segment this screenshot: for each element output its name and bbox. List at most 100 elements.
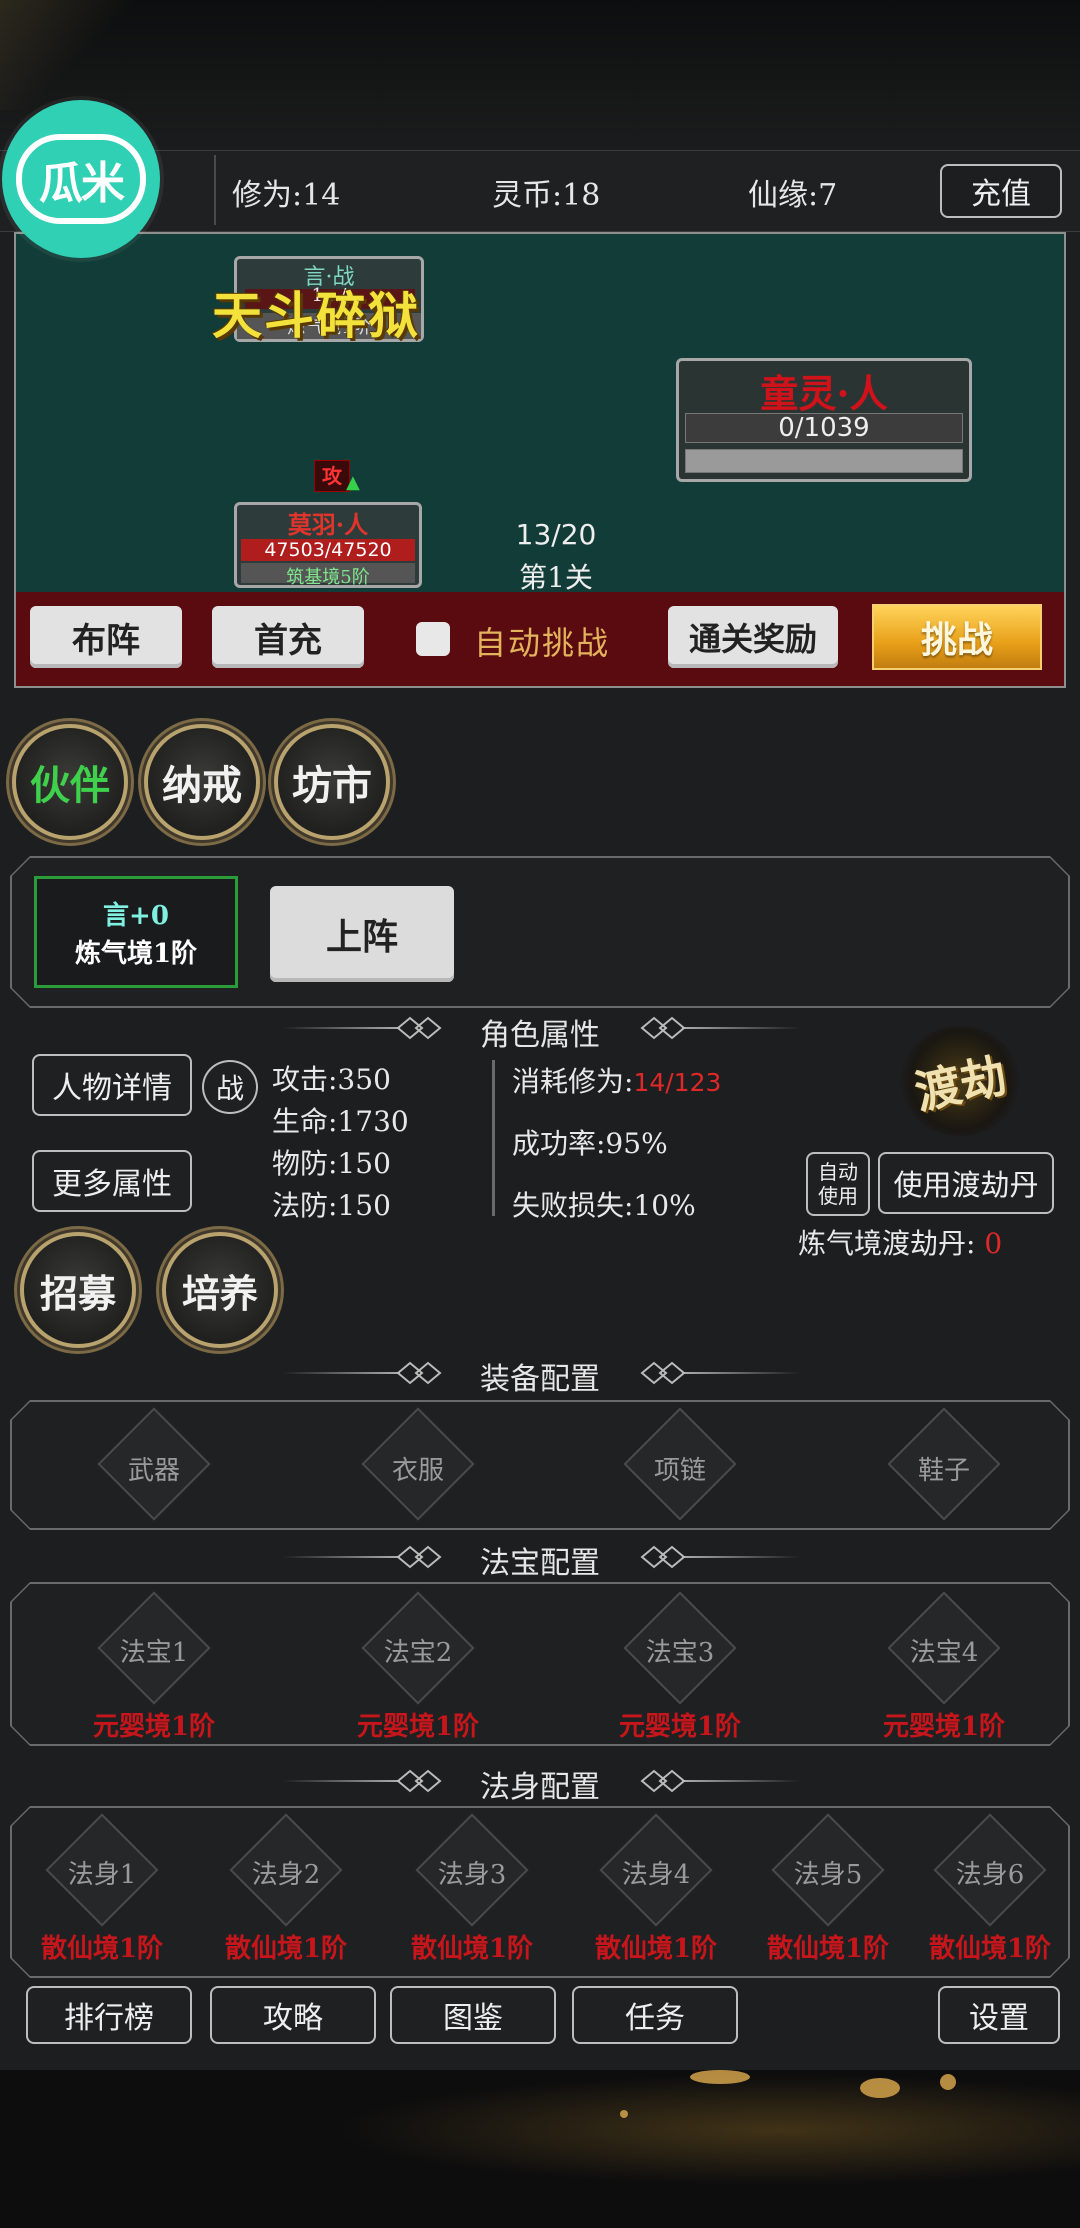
train-button[interactable]: 培养 bbox=[162, 1232, 278, 1348]
slot-label: 法身4 bbox=[621, 1860, 691, 1890]
skill-name: 天斗碎狱 bbox=[212, 286, 420, 345]
more-attributes-button[interactable]: 更多属性 bbox=[32, 1150, 192, 1212]
ally-bottom-realm: 筑基境5阶 bbox=[241, 563, 415, 588]
body-slot-1[interactable]: 法身1 散仙境1阶 bbox=[42, 1830, 162, 1970]
enemy-hp: 0/1039 bbox=[778, 413, 870, 443]
pill-label: 炼气境渡劫丹: bbox=[798, 1227, 976, 1260]
logo-text: 瓜米 bbox=[39, 158, 125, 209]
slot-label: 法身2 bbox=[251, 1860, 321, 1890]
treasure-slot-3[interactable]: 法宝3 元婴境1阶 bbox=[620, 1608, 740, 1738]
recharge-button[interactable]: 充值 bbox=[940, 164, 1062, 218]
gold-decoration bbox=[690, 2070, 750, 2084]
body-slot-2[interactable]: 法身2 散仙境1阶 bbox=[226, 1830, 346, 1970]
attributes-divider bbox=[492, 1060, 495, 1216]
slot-label: 法宝2 bbox=[383, 1638, 453, 1668]
clear-reward-button[interactable]: 通关奖励 bbox=[668, 606, 838, 668]
ally-card-bottom[interactable]: 莫羽·人 47503/47520 筑基境5阶 bbox=[234, 502, 422, 588]
body-slot-5[interactable]: 法身5 散仙境1阶 bbox=[768, 1830, 888, 1970]
recruit-button[interactable]: 招募 bbox=[20, 1232, 136, 1348]
character-details-button[interactable]: 人物详情 bbox=[32, 1054, 192, 1116]
enemy-name: 童灵·人 bbox=[760, 371, 888, 416]
slot-realm: 散仙境1阶 bbox=[766, 1934, 890, 1964]
treasure-slot-4[interactable]: 法宝4 元婴境1阶 bbox=[884, 1608, 1004, 1738]
phys-def-value: 物防:150 bbox=[272, 1147, 391, 1180]
cost-row: 消耗修为:14/123 bbox=[512, 1060, 721, 1100]
battle-circle-button[interactable]: 战 bbox=[202, 1060, 258, 1114]
spirit-coin-stat: 灵币:18 bbox=[492, 178, 601, 213]
slot-realm: 散仙境1阶 bbox=[410, 1934, 534, 1964]
gold-decoration bbox=[940, 2074, 956, 2090]
slot-label: 武器 bbox=[127, 1456, 180, 1486]
partner-panel: 言+0 炼气境1阶 上阵 bbox=[12, 858, 1068, 1006]
body-slot-4[interactable]: 法身4 散仙境1阶 bbox=[596, 1830, 716, 1970]
formation-button[interactable]: 布阵 bbox=[30, 606, 182, 668]
use-tribulation-pill-button[interactable]: 使用渡劫丹 bbox=[878, 1152, 1054, 1214]
pill-count: 0 bbox=[984, 1227, 1003, 1260]
treasure-slot-2[interactable]: 法宝2 元婴境1阶 bbox=[358, 1608, 478, 1738]
slot-realm: 散仙境1阶 bbox=[40, 1934, 164, 1964]
equipment-title: 装备配置 bbox=[480, 1362, 600, 1397]
equipment-panel: 武器 衣服 项链 鞋子 bbox=[12, 1402, 1068, 1528]
slot-label: 鞋子 bbox=[917, 1456, 970, 1486]
cost-label: 消耗修为: bbox=[512, 1065, 634, 1098]
equipment-slot-weapon[interactable]: 武器 bbox=[94, 1424, 214, 1524]
tasks-button[interactable]: 任务 bbox=[572, 1986, 738, 2044]
auto-challenge-label[interactable]: 自动挑战 bbox=[474, 618, 610, 664]
battle-action-strip: 布阵 首充 自动挑战 通关奖励 挑战 bbox=[14, 592, 1066, 688]
buff-up-icon: ▲ bbox=[346, 472, 360, 493]
partner-realm: 炼气境1阶 bbox=[74, 939, 198, 969]
enemy-energy-bar bbox=[685, 449, 963, 473]
equipment-slot-necklace[interactable]: 项链 bbox=[620, 1424, 740, 1524]
challenge-button[interactable]: 挑战 bbox=[872, 604, 1042, 670]
ally-bottom-hp: 47503/47520 bbox=[264, 539, 392, 561]
market-round-button[interactable]: 坊市 bbox=[274, 724, 390, 840]
attack-badge: 攻 bbox=[314, 460, 350, 492]
slot-label: 法宝4 bbox=[909, 1638, 979, 1668]
tribulation-emblem[interactable]: 渡劫 bbox=[900, 1026, 1020, 1136]
treasure-slot-1[interactable]: 法宝1 元婴境1阶 bbox=[94, 1608, 214, 1738]
equipment-slot-shoes[interactable]: 鞋子 bbox=[884, 1424, 1004, 1524]
auto-challenge-checkbox[interactable] bbox=[416, 622, 450, 656]
partner-round-button[interactable]: 伙伴 bbox=[12, 724, 128, 840]
slot-label: 衣服 bbox=[391, 1456, 444, 1486]
settings-button[interactable]: 设置 bbox=[938, 1986, 1060, 2044]
pill-row: 炼气境渡劫丹: 0 bbox=[798, 1222, 1002, 1262]
partner-name: 言+0 bbox=[103, 901, 169, 931]
slot-realm: 散仙境1阶 bbox=[594, 1934, 718, 1964]
fail-loss: 失败损失:10% bbox=[512, 1189, 696, 1222]
auto-use-toggle[interactable]: 自动使用 bbox=[806, 1152, 870, 1216]
cost-value: 14/123 bbox=[633, 1068, 722, 1097]
treasure-title: 法宝配置 bbox=[480, 1546, 600, 1581]
life-value: 生命:1730 bbox=[272, 1105, 409, 1138]
slot-label: 法宝1 bbox=[119, 1638, 189, 1668]
guide-button[interactable]: 攻略 bbox=[210, 1986, 376, 2044]
top-background bbox=[0, 0, 1080, 150]
slot-label: 法身5 bbox=[793, 1860, 863, 1890]
slot-realm: 散仙境1阶 bbox=[928, 1934, 1052, 1964]
app-logo[interactable]: 瓜米 bbox=[2, 100, 160, 258]
ranking-button[interactable]: 排行榜 bbox=[26, 1986, 192, 2044]
deploy-button[interactable]: 上阵 bbox=[270, 886, 454, 982]
codex-button[interactable]: 图鉴 bbox=[390, 1986, 556, 2044]
attack-value: 攻击:350 bbox=[272, 1063, 391, 1096]
enemy-card[interactable]: 童灵·人 0/1039 bbox=[676, 358, 972, 482]
tribulation-emblem-text: 渡劫 bbox=[910, 1047, 1012, 1120]
cultivation-stat: 修为:14 bbox=[232, 178, 341, 213]
partner-card[interactable]: 言+0 炼气境1阶 bbox=[34, 876, 238, 988]
body-slot-6[interactable]: 法身6 散仙境1阶 bbox=[930, 1830, 1050, 1970]
slot-label: 法身1 bbox=[67, 1860, 137, 1890]
ring-round-button[interactable]: 纳戒 bbox=[144, 724, 260, 840]
slot-realm: 散仙境1阶 bbox=[224, 1934, 348, 1964]
slot-realm: 元婴境1阶 bbox=[618, 1712, 742, 1742]
body-title: 法身配置 bbox=[480, 1770, 600, 1805]
slot-label: 法宝3 bbox=[645, 1638, 715, 1668]
magic-def-value: 法防:150 bbox=[272, 1189, 391, 1222]
bottom-background bbox=[0, 2070, 1080, 2228]
body-slot-3[interactable]: 法身3 散仙境1阶 bbox=[412, 1830, 532, 1970]
topbar-divider bbox=[214, 155, 216, 225]
slot-realm: 元婴境1阶 bbox=[882, 1712, 1006, 1742]
equipment-slot-clothes[interactable]: 衣服 bbox=[358, 1424, 478, 1524]
first-recharge-button[interactable]: 首充 bbox=[212, 606, 364, 668]
stage-label: 第1关 bbox=[519, 561, 593, 594]
slot-realm: 元婴境1阶 bbox=[92, 1712, 216, 1742]
